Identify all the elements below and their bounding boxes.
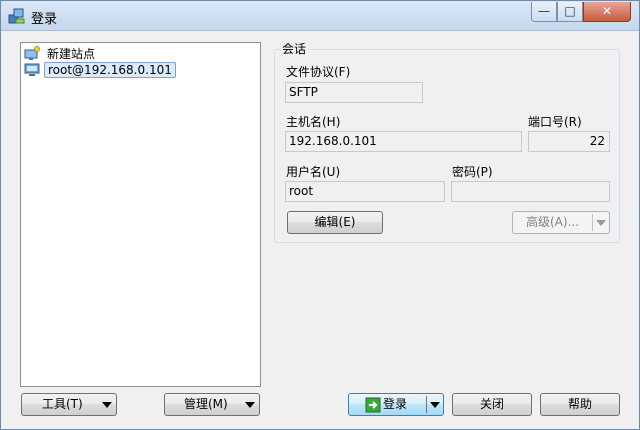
- chevron-down-icon: [245, 402, 255, 408]
- login-split-divider: [426, 396, 427, 413]
- session-group-title: 会话: [280, 42, 309, 56]
- maximize-button[interactable]: □: [557, 2, 583, 22]
- site-item-label: 新建站点: [47, 47, 96, 61]
- maximize-icon: □: [564, 4, 576, 18]
- port-field[interactable]: 22: [528, 131, 610, 152]
- password-label: 密码(P): [452, 165, 493, 179]
- minimize-icon: —: [538, 4, 550, 18]
- edit-button[interactable]: 编辑(E): [287, 211, 383, 234]
- close-button[interactable]: 关闭: [452, 393, 532, 416]
- chevron-down-icon: [596, 220, 606, 226]
- winscp-app-icon: [8, 8, 25, 24]
- computer-icon: [24, 63, 40, 76]
- minimize-button[interactable]: —: [531, 2, 557, 22]
- login-button-label: 登录: [383, 397, 408, 411]
- chevron-down-icon: [102, 402, 112, 408]
- advanced-button-label: 高级(A)...: [526, 215, 580, 229]
- tools-button-label: 工具(T): [42, 397, 83, 411]
- title-bar: 登录 — □ ✕: [1, 1, 639, 31]
- username-field[interactable]: root: [285, 181, 445, 202]
- protocol-field[interactable]: SFTP: [285, 82, 423, 103]
- close-window-button[interactable]: ✕: [583, 2, 631, 22]
- manage-button[interactable]: 管理(M): [164, 393, 260, 416]
- advanced-split-divider: [592, 214, 593, 231]
- site-item-label: root@192.168.0.101: [44, 62, 176, 78]
- manage-button-label: 管理(M): [184, 397, 228, 411]
- site-tree[interactable]: 新建站点 root@192.168.0.101: [20, 42, 261, 387]
- login-button[interactable]: 登录: [348, 393, 444, 416]
- login-window: 登录 — □ ✕ 新建站点 root@192.168.0.101 会话 文件协议…: [0, 0, 640, 430]
- site-item-root[interactable]: root@192.168.0.101: [24, 62, 176, 78]
- window-title: 登录: [31, 12, 58, 27]
- user-label: 用户名(U): [286, 165, 341, 179]
- port-label: 端口号(R): [528, 115, 582, 129]
- tools-button[interactable]: 工具(T): [21, 393, 117, 416]
- host-label: 主机名(H): [286, 115, 341, 129]
- chevron-down-icon[interactable]: [430, 402, 440, 408]
- site-item-new[interactable]: 新建站点: [24, 46, 98, 62]
- close-icon: ✕: [601, 4, 613, 18]
- new-site-icon: [24, 46, 40, 60]
- protocol-label: 文件协议(F): [286, 65, 351, 79]
- advanced-button[interactable]: 高级(A)...: [512, 211, 610, 234]
- help-button[interactable]: 帮助: [540, 393, 620, 416]
- password-field[interactable]: [451, 181, 610, 202]
- host-field[interactable]: 192.168.0.101: [285, 131, 522, 152]
- login-icon: [365, 397, 381, 413]
